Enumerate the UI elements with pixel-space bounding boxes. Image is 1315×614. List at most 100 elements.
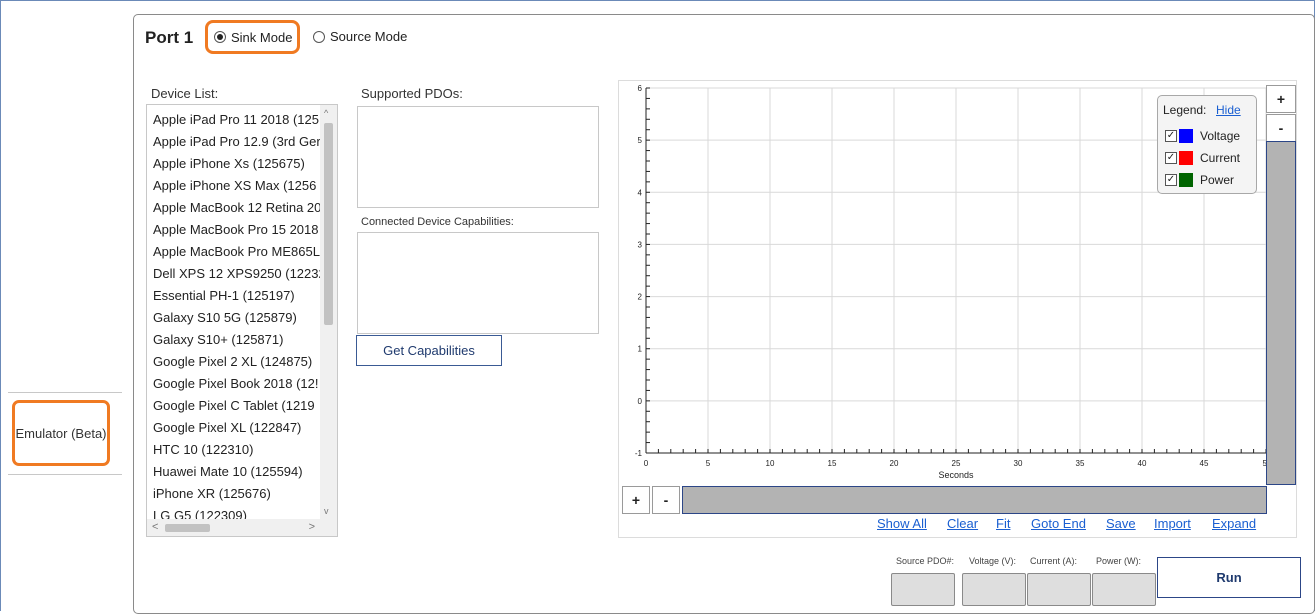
expand-link[interactable]: Expand	[1212, 516, 1256, 531]
legend-item-voltage: ✓ Voltage	[1165, 128, 1240, 144]
horizontal-zoom-bar[interactable]	[682, 486, 1267, 514]
device-list-item[interactable]: HTC 10 (122310)	[147, 439, 321, 461]
device-list-item[interactable]: Apple iPad Pro 11 2018 (125	[147, 109, 321, 131]
sidebar-divider	[8, 392, 122, 393]
y-tick-label: 5	[638, 136, 643, 145]
current-field[interactable]	[1027, 573, 1091, 606]
x-tick-label: 0	[644, 459, 649, 468]
save-link[interactable]: Save	[1106, 516, 1136, 531]
device-list-items: Apple iPad Pro 11 2018 (125 Apple iPad Pr…	[147, 109, 321, 527]
voltage-field[interactable]	[962, 573, 1026, 606]
device-list-label: Device List:	[151, 86, 219, 101]
clear-link[interactable]: Clear	[947, 516, 978, 531]
device-list-item[interactable]: Apple iPad Pro 12.9 (3rd Ger	[147, 131, 321, 153]
power-label: Power (W):	[1096, 556, 1141, 566]
connected-capabilities-box[interactable]	[357, 232, 599, 334]
legend-voltage-checkbox[interactable]: ✓	[1165, 130, 1177, 142]
device-list-item[interactable]: Google Pixel Book 2018 (12!	[147, 373, 321, 395]
device-list[interactable]: Apple iPad Pro 11 2018 (125 Apple iPad Pr…	[146, 104, 338, 537]
device-list-item[interactable]: Apple MacBook 12 Retina 20	[147, 197, 321, 219]
x-tick-label: 30	[1014, 459, 1023, 468]
legend-current-checkbox[interactable]: ✓	[1165, 152, 1177, 164]
current-label: Current (A):	[1030, 556, 1078, 566]
device-list-vertical-scrollbar[interactable]: ^ v	[320, 105, 337, 519]
horizontal-zoom-out-button[interactable]: -	[652, 486, 680, 514]
device-list-item[interactable]: iPhone XR (125676)	[147, 483, 321, 505]
sink-mode-label: Sink Mode	[231, 29, 293, 45]
power-color-swatch	[1179, 173, 1193, 187]
legend-power-checkbox[interactable]: ✓	[1165, 174, 1177, 186]
scroll-right-icon[interactable]: >	[309, 521, 315, 533]
show-all-link[interactable]: Show All	[877, 516, 927, 531]
radio-selected-icon	[214, 31, 226, 43]
radio-unselected-icon	[313, 30, 325, 43]
legend-power-label: Power	[1200, 173, 1235, 187]
scrollbar-thumb[interactable]	[165, 524, 210, 532]
y-tick-label: 3	[638, 240, 643, 249]
device-list-item[interactable]: Apple MacBook Pro 15 2018	[147, 219, 321, 241]
get-capabilities-button[interactable]: Get Capabilities	[356, 335, 502, 366]
vertical-zoom-bar[interactable]	[1266, 141, 1296, 485]
device-list-item[interactable]: Google Pixel 2 XL (124875)	[147, 351, 321, 373]
current-color-swatch	[1179, 151, 1193, 165]
x-tick-label: 40	[1138, 459, 1147, 468]
device-list-horizontal-scrollbar[interactable]: < >	[147, 519, 337, 536]
left-sidebar: Emulator (Beta)	[0, 0, 122, 611]
x-tick-label: 10	[766, 459, 775, 468]
import-link[interactable]: Import	[1154, 516, 1191, 531]
y-tick-label: 0	[638, 397, 643, 406]
device-list-item[interactable]: Dell XPS 12 XPS9250 (12232	[147, 263, 321, 285]
vertical-zoom-out-button[interactable]: -	[1266, 114, 1296, 142]
emulator-tab-label: Emulator (Beta)	[15, 425, 107, 441]
x-tick-label: 25	[952, 459, 961, 468]
scrollbar-thumb[interactable]	[324, 123, 333, 325]
x-tick-label: 15	[828, 459, 837, 468]
x-tick-label: 5	[706, 459, 711, 468]
supported-pdos-box[interactable]	[357, 106, 599, 208]
source-pdo-label: Source PDO#:	[896, 556, 955, 566]
scroll-down-icon[interactable]: v	[324, 506, 329, 516]
device-list-item[interactable]: Essential PH-1 (125197)	[147, 285, 321, 307]
source-mode-label: Source Mode	[330, 29, 408, 44]
y-tick-label: 2	[638, 293, 643, 302]
device-list-item[interactable]: Huawei Mate 10 (125594)	[147, 461, 321, 483]
device-list-item[interactable]: Apple iPhone Xs (125675)	[147, 153, 321, 175]
goto-end-link[interactable]: Goto End	[1031, 516, 1086, 531]
legend-item-power: ✓ Power	[1165, 172, 1234, 188]
device-list-item[interactable]: Apple iPhone XS Max (1256	[147, 175, 321, 197]
y-tick-label: 1	[638, 345, 643, 354]
device-list-item[interactable]: Galaxy S10+ (125871)	[147, 329, 321, 351]
fit-link[interactable]: Fit	[996, 516, 1010, 531]
voltage-color-swatch	[1179, 129, 1193, 143]
device-list-item[interactable]: Google Pixel XL (122847)	[147, 417, 321, 439]
port-title: Port 1	[145, 28, 194, 47]
scroll-up-icon[interactable]: ^	[324, 108, 328, 118]
device-list-item[interactable]: Apple MacBook Pro ME865L	[147, 241, 321, 263]
vertical-zoom-in-button[interactable]: +	[1266, 85, 1296, 113]
y-tick-label: 6	[638, 84, 643, 93]
source-mode-radio[interactable]: Source Mode	[313, 29, 407, 44]
device-list-item[interactable]: Galaxy S10 5G (125879)	[147, 307, 321, 329]
x-tick-label: 45	[1200, 459, 1209, 468]
sidebar-divider	[8, 474, 122, 475]
emulator-beta-tab[interactable]: Emulator (Beta)	[12, 400, 110, 466]
legend-title: Legend:	[1163, 103, 1207, 117]
y-tick-label: -1	[635, 449, 643, 458]
legend-voltage-label: Voltage	[1200, 129, 1241, 143]
source-pdo-field[interactable]	[891, 573, 955, 606]
sink-mode-radio[interactable]: Sink Mode	[205, 20, 300, 54]
x-tick-label: 20	[890, 459, 899, 468]
scroll-left-icon[interactable]: <	[152, 521, 158, 533]
x-axis-title: Seconds	[938, 470, 974, 480]
legend-current-label: Current	[1200, 151, 1241, 165]
voltage-label: Voltage (V):	[969, 556, 1017, 566]
legend-hide-link[interactable]: Hide	[1216, 103, 1241, 117]
power-field[interactable]	[1092, 573, 1156, 606]
connected-capabilities-label: Connected Device Capabilities:	[361, 216, 514, 228]
device-list-item[interactable]: Google Pixel C Tablet (1219	[147, 395, 321, 417]
y-tick-label: 4	[638, 188, 643, 197]
horizontal-zoom-in-button[interactable]: +	[622, 486, 650, 514]
run-button[interactable]: Run	[1157, 557, 1301, 598]
legend-item-current: ✓ Current	[1165, 150, 1240, 166]
x-tick-label: 35	[1076, 459, 1085, 468]
